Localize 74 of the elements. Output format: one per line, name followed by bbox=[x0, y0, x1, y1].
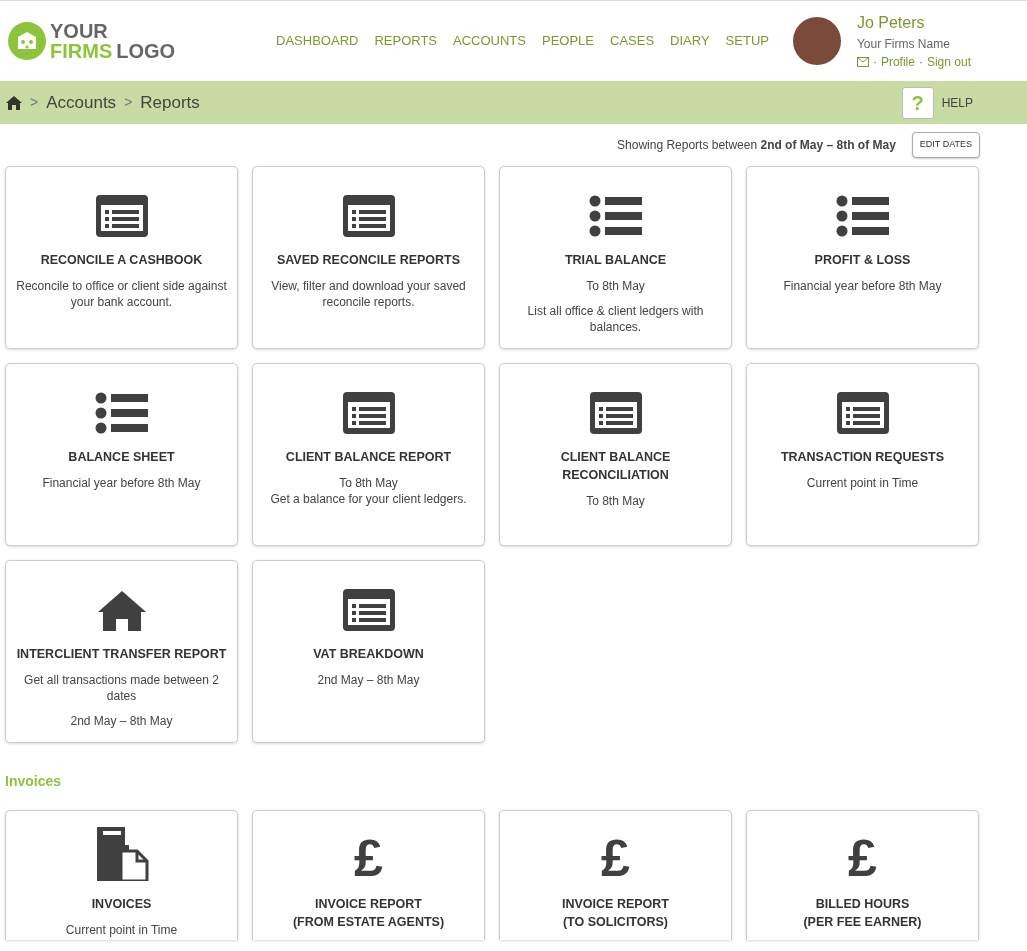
report-card[interactable]: PROFIT & LOSS Financial year before 8th May bbox=[746, 165, 979, 349]
list-window-icon bbox=[342, 391, 395, 434]
breadcrumb-item[interactable]: Accounts bbox=[46, 89, 117, 116]
report-title: TRANSACTION REQUESTS bbox=[779, 448, 946, 466]
report-title: BALANCE SHEET bbox=[67, 448, 176, 466]
report-card[interactable]: TRANSACTION REQUESTS Current point in Time bbox=[746, 362, 979, 546]
report-card[interactable]: £ INVOICE REPORT (TO SOLICITORS) bbox=[499, 809, 732, 940]
report-card[interactable]: £ INVOICE REPORT (FROM ESTATE AGENTS) bbox=[252, 809, 485, 940]
documents-icon bbox=[94, 826, 149, 881]
report-title: INVOICES bbox=[90, 895, 153, 913]
list-window-icon bbox=[342, 588, 395, 631]
report-card[interactable]: VAT BREAKDOWN 2nd May – 8th May bbox=[252, 559, 485, 743]
report-title: PROFIT & LOSS bbox=[813, 251, 912, 269]
report-title: INVOICE REPORT (TO SOLICITORS) bbox=[561, 895, 670, 931]
report-description: To 8th May Get a balance for your client ledgers. bbox=[269, 474, 468, 507]
report-title: INVOICE REPORT (FROM ESTATE AGENTS) bbox=[291, 895, 446, 931]
logo-text: YOUR bbox=[50, 21, 109, 41]
report-title: RECONCILE A CASHBOOK bbox=[39, 251, 204, 269]
home-icon bbox=[6, 95, 22, 110]
section-heading: Invoices bbox=[4, 771, 63, 791]
report-description: 2nd May – 8th May bbox=[69, 712, 174, 729]
report-card[interactable]: SAVED RECONCILE REPORTS View, filter and download your saved reconcile reports. bbox=[252, 165, 485, 349]
report-description: Reconcile to office or client side against your bank account. bbox=[16, 277, 227, 310]
list-window-icon bbox=[836, 391, 889, 434]
report-title: CLIENT BALANCE RECONCILIATION bbox=[559, 448, 672, 484]
logo-text: FIRMS bbox=[50, 41, 113, 61]
report-title: CLIENT BALANCE REPORT bbox=[284, 448, 453, 466]
bullet-list-icon bbox=[95, 391, 148, 434]
report-title: SAVED RECONCILE REPORTS bbox=[275, 251, 462, 269]
separator-dot: · bbox=[872, 54, 877, 71]
list-window-icon bbox=[342, 194, 395, 237]
report-description: Financial year before 8th May bbox=[41, 474, 202, 491]
pound-icon: £ bbox=[354, 834, 383, 881]
report-description: To 8th May bbox=[585, 277, 646, 294]
separator-dot: · bbox=[918, 54, 923, 71]
logo-text: LOGO bbox=[116, 41, 176, 61]
house-icon bbox=[97, 590, 146, 631]
report-description: Current point in Time bbox=[805, 474, 920, 491]
report-card[interactable]: £ BILLED HOURS (PER FEE EARNER) bbox=[746, 809, 979, 940]
breadcrumb-separator: > bbox=[124, 93, 133, 112]
breadcrumb-item[interactable]: Reports bbox=[140, 89, 200, 116]
edit-dates-button[interactable]: EDIT DATES bbox=[911, 132, 980, 158]
user-name: Jo Peters bbox=[856, 13, 926, 33]
report-description: Get all transactions made between 2 dates bbox=[23, 671, 220, 704]
report-card[interactable]: RECONCILE A CASHBOOK Reconcile to office or client side against your bank account. bbox=[5, 165, 238, 349]
report-card[interactable]: INVOICES Current point in Time bbox=[5, 809, 238, 940]
report-card[interactable]: CLIENT BALANCE REPORT To 8th May Get a balance for your client ledgers. bbox=[252, 362, 485, 546]
pound-icon: £ bbox=[601, 834, 630, 881]
help-label[interactable]: HELP bbox=[941, 93, 973, 112]
report-title: VAT BREAKDOWN bbox=[312, 645, 425, 663]
report-card[interactable]: INTERCLIENT TRANSFER REPORT Get all transactions made between 2 dates 2nd May – 8th May bbox=[5, 559, 238, 743]
report-description: List all office & client ledgers with balances. bbox=[526, 302, 705, 335]
report-description: 2nd May – 8th May bbox=[316, 671, 421, 688]
report-title: TRIAL BALANCE bbox=[563, 251, 668, 269]
list-window-icon bbox=[95, 194, 148, 237]
pound-icon: £ bbox=[848, 834, 877, 881]
breadcrumb-separator: > bbox=[30, 93, 39, 112]
report-description: To 8th May bbox=[585, 492, 646, 509]
report-title: BILLED HOURS (PER FEE EARNER) bbox=[802, 895, 923, 931]
firm-name: Your Firms Name bbox=[856, 36, 951, 53]
report-description: View, filter and download your saved reconcile reports. bbox=[270, 277, 467, 310]
report-card[interactable]: BALANCE SHEET Financial year before 8th May bbox=[5, 362, 238, 546]
list-window-icon bbox=[589, 391, 642, 434]
report-card[interactable]: CLIENT BALANCE RECONCILIATION To 8th May bbox=[499, 362, 732, 546]
report-title: INTERCLIENT TRANSFER REPORT bbox=[16, 645, 227, 663]
report-description: Current point in Time bbox=[64, 921, 179, 938]
logo-icon bbox=[8, 22, 46, 60]
report-description: Financial year before 8th May bbox=[782, 277, 943, 294]
avatar bbox=[792, 17, 841, 65]
bullet-list-icon bbox=[836, 194, 889, 237]
bullet-list-icon bbox=[589, 194, 642, 237]
envelope-icon bbox=[856, 57, 869, 67]
date-range-text: Showing Reports between 2nd of May – 8th of May bbox=[617, 136, 896, 154]
report-card[interactable]: TRIAL BALANCE To 8th May List all office & client ledgers with balances. bbox=[499, 165, 732, 349]
